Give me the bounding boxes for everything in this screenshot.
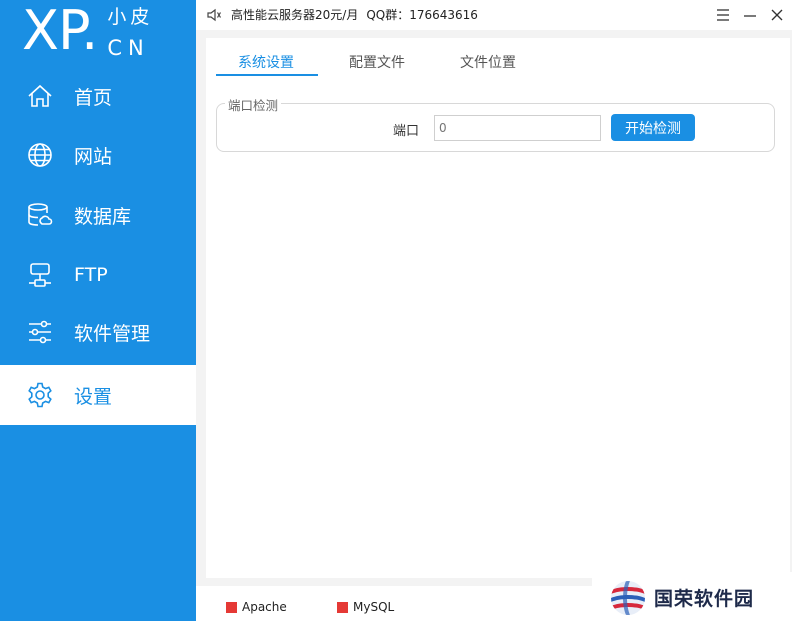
sidebar-item-ftp[interactable]: FTP (0, 245, 196, 305)
globe-icon (26, 141, 54, 169)
sidebar-item-label: 数据库 (74, 205, 132, 228)
port-label: 端口 (393, 124, 420, 139)
watermark: 国荣软件园 (592, 572, 792, 621)
logo-name: 小皮 (107, 6, 154, 28)
service-status-mysql[interactable]: MySQL (337, 600, 394, 614)
logo-domain: CN (107, 36, 150, 60)
service-name: Apache (242, 600, 287, 614)
ftp-icon (26, 261, 54, 289)
port-input[interactable] (434, 115, 601, 141)
gear-icon (26, 381, 54, 409)
sidebar-item-website[interactable]: 网站 (0, 125, 196, 185)
sidebar-item-label: 网站 (74, 145, 113, 168)
status-indicator (226, 601, 237, 613)
service-status-apache[interactable]: Apache (226, 600, 287, 614)
sidebar-item-settings[interactable]: 设置 (0, 365, 196, 425)
menu-icon[interactable] (714, 6, 732, 24)
service-name: MySQL (353, 600, 395, 614)
group-legend: 端口检测 (225, 95, 282, 114)
status-indicator (337, 601, 348, 613)
tab-system-settings[interactable]: 系统设置 (238, 52, 294, 72)
settings-panel: 系统设置 配置文件 文件位置 端口检测 端口 开始检测 (206, 38, 790, 578)
database-icon (26, 201, 54, 229)
close-icon[interactable] (768, 6, 786, 24)
tab-file-locations[interactable]: 文件位置 (460, 52, 516, 72)
sidebar-item-label: FTP (74, 264, 108, 286)
sidebar-item-home[interactable]: 首页 (0, 66, 196, 126)
sidebar-item-label: 首页 (74, 86, 113, 109)
speaker-icon (207, 8, 222, 22)
sliders-icon (26, 318, 54, 346)
logo-brand: XP. (22, 0, 98, 62)
port-check-group: 端口检测 端口 开始检测 (216, 95, 775, 152)
watermark-globe-icon (611, 581, 645, 615)
sidebar: XP. 小皮 CN 首页 网站 数据库 FTP 软件管理 设置 (0, 0, 196, 621)
sidebar-item-software[interactable]: 软件管理 (0, 302, 196, 362)
sidebar-item-database[interactable]: 数据库 (0, 185, 196, 245)
title-bar: 高性能云服务器20元/月 QQ群：176643616 (196, 0, 792, 30)
announcement-text[interactable]: 高性能云服务器20元/月 QQ群：176643616 (231, 6, 478, 23)
sidebar-item-label: 软件管理 (74, 322, 151, 345)
tab-config-files[interactable]: 配置文件 (349, 52, 405, 72)
home-icon (26, 82, 54, 110)
start-check-button[interactable]: 开始检测 (611, 114, 695, 141)
watermark-text: 国荣软件园 (654, 588, 755, 610)
sidebar-item-label: 设置 (74, 385, 113, 408)
app-logo: XP. 小皮 CN (22, 0, 153, 62)
active-tab-indicator (216, 74, 318, 76)
minimize-icon[interactable] (741, 6, 759, 24)
